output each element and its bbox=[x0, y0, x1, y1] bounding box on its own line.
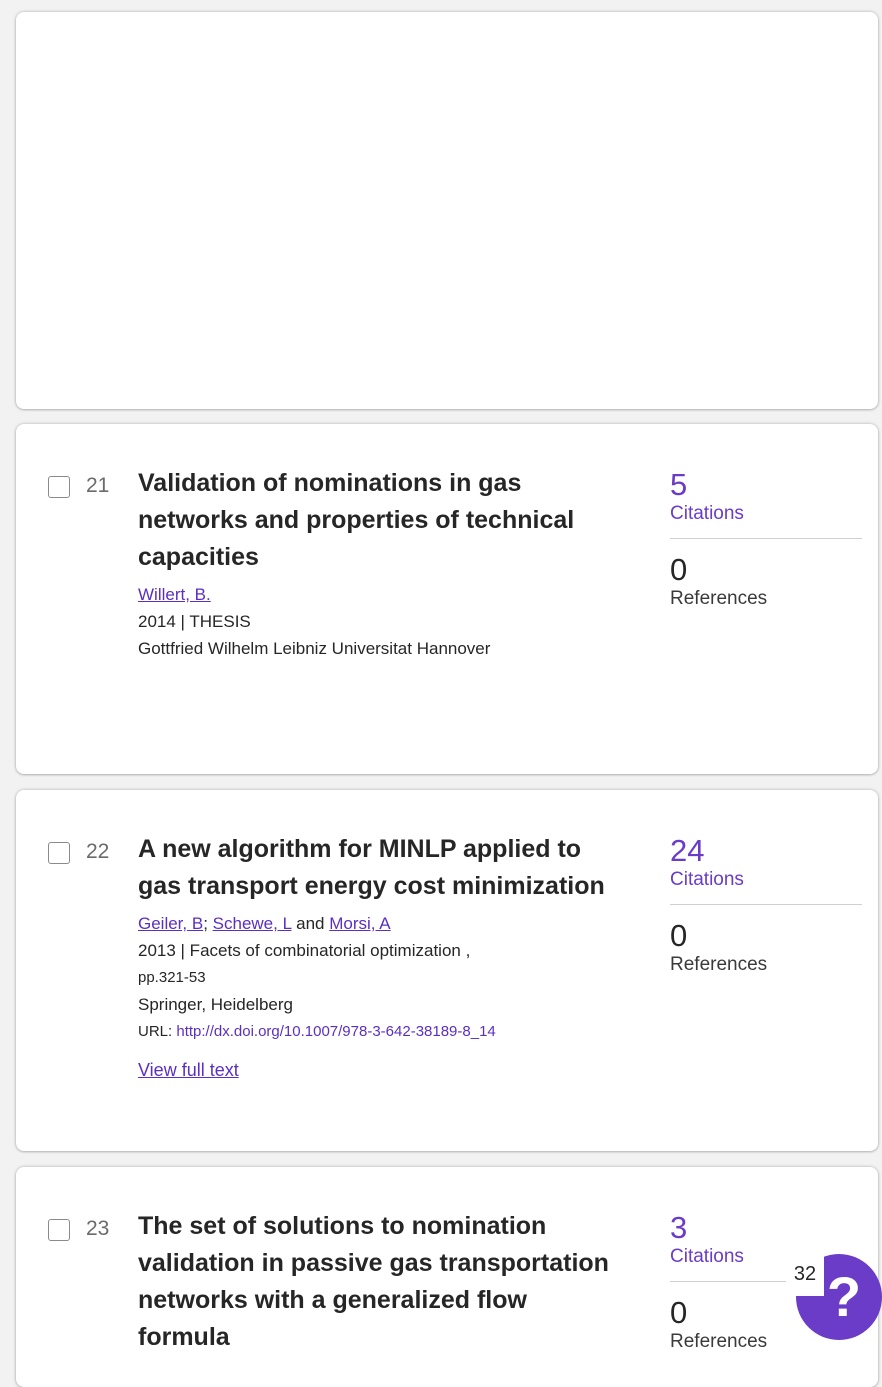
help-widget[interactable]: ? 32 bbox=[786, 1254, 882, 1355]
author-separator: ; bbox=[203, 914, 213, 933]
citations-count[interactable]: 3 bbox=[670, 1211, 862, 1245]
url-line: URL: http://dx.doi.org/10.1007/978-3-642… bbox=[138, 1018, 618, 1045]
result-card-23: 23 The set of solutions to nomination va… bbox=[16, 1167, 878, 1387]
result-number: 21 bbox=[86, 474, 110, 497]
author-link[interactable]: Geiler, B bbox=[138, 914, 203, 933]
references-label: References bbox=[670, 954, 768, 975]
publisher: Springer, Heidelberg bbox=[138, 995, 293, 1014]
references-count: 0 bbox=[670, 552, 688, 587]
year-type: 2014 | THESIS bbox=[138, 612, 251, 631]
help-count-badge: 32 bbox=[786, 1254, 824, 1296]
author-separator: and bbox=[291, 914, 330, 933]
result-card-22: 22 A new algorithm for MINLP applied to … bbox=[16, 790, 878, 1151]
empty-card bbox=[16, 12, 878, 409]
select-checkbox[interactable] bbox=[48, 842, 70, 864]
author-link[interactable]: Willert, B. bbox=[138, 585, 211, 604]
citations-label[interactable]: Citations bbox=[670, 868, 862, 892]
result-content: The set of solutions to nomination valid… bbox=[138, 1208, 618, 1356]
stats-divider bbox=[670, 904, 862, 905]
stats-panel: 5 Citations 0 References bbox=[670, 468, 862, 611]
pages: pp.321-53 bbox=[138, 969, 206, 986]
result-title[interactable]: The set of solutions to nomination valid… bbox=[138, 1208, 618, 1356]
result-number: 22 bbox=[86, 840, 110, 863]
url-label: URL: bbox=[138, 1023, 173, 1040]
year-source: 2013 | Facets of combinatorial optimizat… bbox=[138, 941, 471, 960]
references-label: References bbox=[670, 588, 768, 609]
result-content: A new algorithm for MINLP applied to gas… bbox=[138, 831, 618, 1081]
stats-panel: 24 Citations 0 References bbox=[670, 834, 862, 977]
doi-link[interactable]: http://dx.doi.org/10.1007/978-3-642-3818… bbox=[176, 1023, 495, 1040]
select-checkbox[interactable] bbox=[48, 1219, 70, 1241]
citations-label[interactable]: Citations bbox=[670, 502, 862, 526]
citations-count[interactable]: 5 bbox=[670, 468, 862, 502]
result-card-21: 21 Validation of nominations in gas netw… bbox=[16, 424, 878, 774]
select-checkbox[interactable] bbox=[48, 476, 70, 498]
institution: Gottfried Wilhelm Leibniz Universitat Ha… bbox=[138, 639, 491, 658]
result-content: Validation of nominations in gas network… bbox=[138, 465, 618, 662]
author-link[interactable]: Schewe, L bbox=[213, 914, 292, 933]
result-number: 23 bbox=[86, 1217, 110, 1240]
view-full-text-link[interactable]: View full text bbox=[138, 1060, 239, 1081]
result-title[interactable]: A new algorithm for MINLP applied to gas… bbox=[138, 831, 618, 905]
result-title[interactable]: Validation of nominations in gas network… bbox=[138, 465, 618, 576]
author-list: Willert, B. bbox=[138, 582, 618, 608]
references-count: 0 bbox=[670, 918, 688, 953]
author-link[interactable]: Morsi, A bbox=[329, 914, 390, 933]
author-list: Geiler, B; Schewe, L and Morsi, A bbox=[138, 911, 618, 937]
stats-divider bbox=[670, 538, 862, 539]
citations-count[interactable]: 24 bbox=[670, 834, 862, 868]
